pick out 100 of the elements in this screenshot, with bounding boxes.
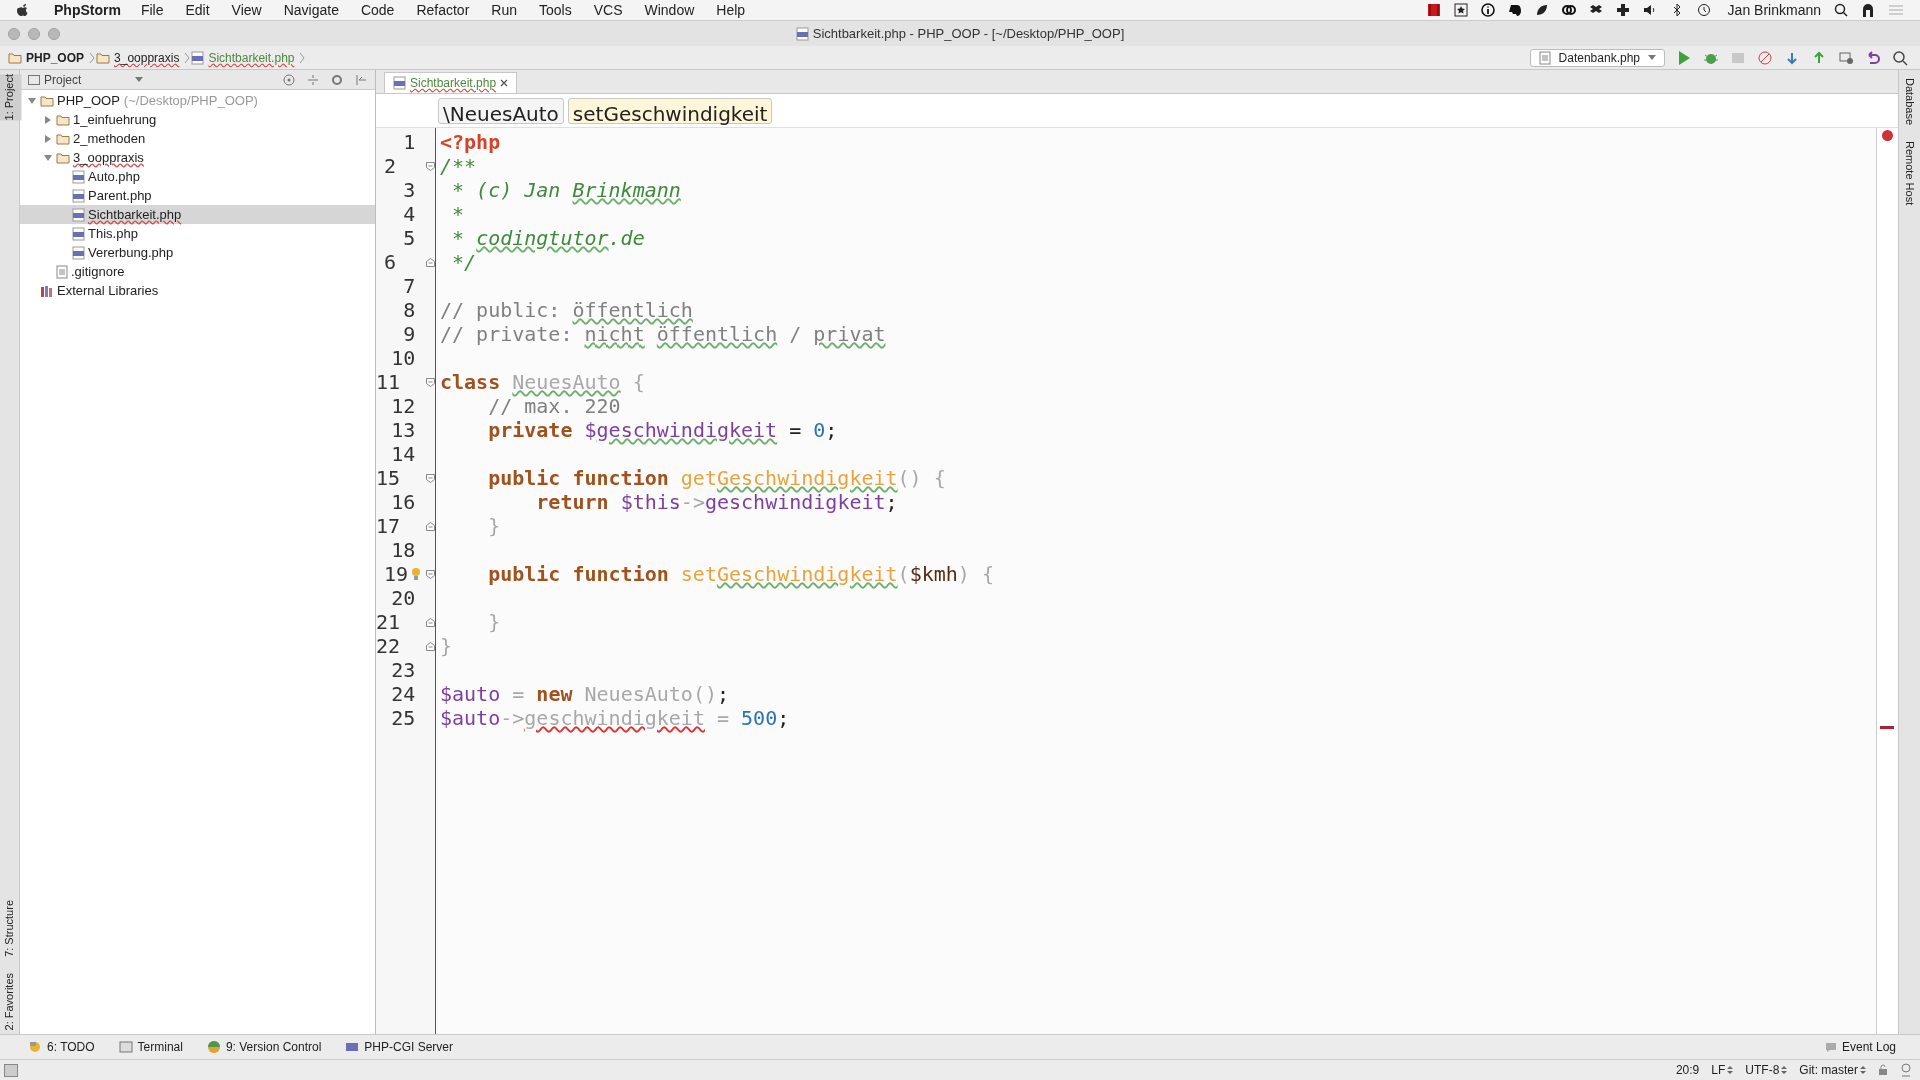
window-title: Sichtbarkeit.php - PHP_OOP - [~/Desktop/PHP_OOP] — [812, 24, 1125, 43]
collapse-icon[interactable] — [307, 73, 319, 86]
app-menu[interactable]: PhpStorm — [54, 0, 121, 21]
status-item[interactable]: Git: master — [1799, 1061, 1866, 1079]
tree-item[interactable]: .gitignore — [71, 261, 125, 282]
line-number: 23 — [390, 658, 416, 682]
fold-end-icon[interactable] — [426, 617, 435, 627]
breadcrumb-item[interactable]: 3_ooppraxis — [114, 48, 180, 67]
code-line: return $this->geschwindigkeit; — [535, 490, 898, 514]
status-item[interactable]: UTF-8 — [1745, 1061, 1788, 1079]
hide-icon[interactable] — [355, 73, 367, 86]
close-icon[interactable] — [500, 79, 509, 87]
menu-item[interactable]: Help — [716, 0, 746, 21]
breadcrumb-item[interactable]: PHP_OOP — [26, 48, 85, 67]
breadcrumb-item[interactable]: Sichtbarkeit.php — [208, 48, 295, 67]
breadcrumb-item[interactable]: \NeuesAuto — [438, 97, 564, 124]
event-log-button[interactable]: Event Log — [1824, 1038, 1896, 1056]
tree-item[interactable]: 2_methoden — [73, 128, 146, 149]
expanded-arrow-icon[interactable] — [43, 152, 53, 163]
code-line: */ — [451, 250, 477, 274]
line-number: 8 — [402, 298, 416, 322]
tool-window-tab[interactable]: 7: Structure — [0, 899, 22, 957]
user-icon[interactable] — [1861, 2, 1875, 18]
code-line: // public: öffentlich — [440, 298, 693, 322]
menu-item[interactable]: Run — [491, 0, 517, 21]
terminal-icon — [118, 1040, 133, 1054]
tool-window-button[interactable]: 6: TODO — [28, 1038, 95, 1056]
php-icon — [345, 1040, 360, 1054]
tool-window-button[interactable]: Terminal — [118, 1038, 183, 1056]
info-icon[interactable] — [1480, 3, 1495, 17]
lock-icon[interactable] — [1878, 1064, 1888, 1076]
user-name[interactable]: Jan Brinkmann — [1727, 0, 1821, 21]
menu-item[interactable]: Tools — [539, 0, 572, 21]
run-config-dropdown[interactable]: Datenbank.php — [1529, 48, 1665, 67]
menu-item[interactable]: Edit — [185, 0, 210, 21]
line-number: 10 — [390, 346, 416, 370]
close-button[interactable] — [8, 28, 20, 40]
file-icon — [1538, 50, 1551, 65]
fold-start-icon[interactable] — [426, 473, 435, 483]
tree-item[interactable]: PHP_OOP — [57, 90, 120, 111]
search-icon[interactable] — [1834, 3, 1848, 17]
panel-toggle-button[interactable] — [4, 1063, 18, 1077]
tree-item[interactable]: Auto.php — [88, 166, 141, 187]
star-icon[interactable] — [1453, 3, 1468, 17]
folder-icon — [56, 151, 70, 164]
target-icon[interactable] — [283, 73, 295, 86]
zoom-button[interactable] — [48, 28, 60, 40]
menu-item[interactable]: File — [140, 0, 164, 21]
line-number: 15 — [376, 466, 401, 490]
tree-item[interactable]: 3_ooppraxis — [73, 147, 144, 168]
code-line: $auto->geschwindigkeit = 500; — [440, 706, 790, 730]
tool-window-button[interactable]: PHP-CGI Server — [345, 1038, 453, 1056]
search-icon[interactable] — [1892, 49, 1908, 66]
tree-item[interactable]: Parent.php — [88, 185, 152, 206]
tool-window-button[interactable]: 9: Version Control — [206, 1038, 322, 1056]
fold-start-icon[interactable] — [426, 377, 435, 387]
revert-icon[interactable] — [1865, 49, 1881, 66]
tool-window-tab[interactable]: 2: Favorites — [0, 972, 22, 1030]
tree-item[interactable]: This.php — [88, 223, 138, 244]
fold-end-icon[interactable] — [426, 257, 435, 267]
tool-window-tab[interactable]: Database — [1901, 78, 1918, 126]
tree-item[interactable]: Sichtbarkeit.php — [88, 204, 182, 225]
tool-window-tab[interactable]: Remote Host — [1901, 141, 1918, 206]
line-number: 20 — [390, 586, 416, 610]
php-file-icon — [72, 245, 85, 260]
code-line: <?php — [440, 130, 501, 154]
menu-item[interactable]: VCS — [593, 0, 623, 21]
error-icon[interactable] — [1882, 130, 1893, 141]
leaf-icon[interactable] — [1534, 3, 1549, 17]
elephant-icon[interactable] — [1507, 3, 1522, 17]
fold-end-icon[interactable] — [426, 641, 435, 651]
lightbulb-icon[interactable] — [411, 567, 421, 581]
stop-icon[interactable] — [1757, 49, 1773, 66]
version-control-icon — [206, 1040, 221, 1054]
expanded-arrow-icon[interactable] — [27, 95, 37, 106]
collapsed-arrow-icon[interactable] — [43, 133, 53, 144]
minimize-button[interactable] — [28, 28, 40, 40]
tool-window-tab[interactable]: 1: Project — [0, 74, 22, 121]
cross-icon[interactable] — [1615, 3, 1630, 17]
collapsed-arrow-icon[interactable] — [43, 114, 53, 125]
tree-item[interactable]: 1_einfuehrung — [73, 109, 157, 130]
editor-tab[interactable]: Sichtbarkeit.php — [384, 72, 518, 93]
fold-start-icon[interactable] — [426, 161, 435, 171]
apple-icon[interactable] — [16, 2, 30, 18]
run-icon[interactable] — [1676, 49, 1692, 66]
menu-item[interactable]: Code — [360, 0, 395, 21]
breadcrumb-item[interactable]: setGeschwindigkeit — [567, 97, 773, 124]
speaker-icon[interactable] — [1642, 3, 1657, 17]
line-number: 21 — [376, 610, 401, 634]
menu-item[interactable]: Refactor — [416, 0, 470, 21]
menu-item[interactable]: View — [231, 0, 262, 21]
fold-start-icon[interactable] — [426, 569, 435, 579]
menu-item[interactable]: Window — [644, 0, 695, 21]
status-item[interactable]: LF — [1711, 1061, 1734, 1079]
fold-end-icon[interactable] — [426, 521, 435, 531]
tree-item[interactable]: Vererbung.php — [88, 242, 174, 263]
film-icon[interactable] — [1426, 3, 1441, 17]
selected-row-highlight[interactable]: Sichtbarkeit.php — [20, 205, 375, 224]
menu-item[interactable]: Navigate — [283, 0, 339, 21]
tree-item[interactable]: External Libraries — [57, 280, 159, 301]
